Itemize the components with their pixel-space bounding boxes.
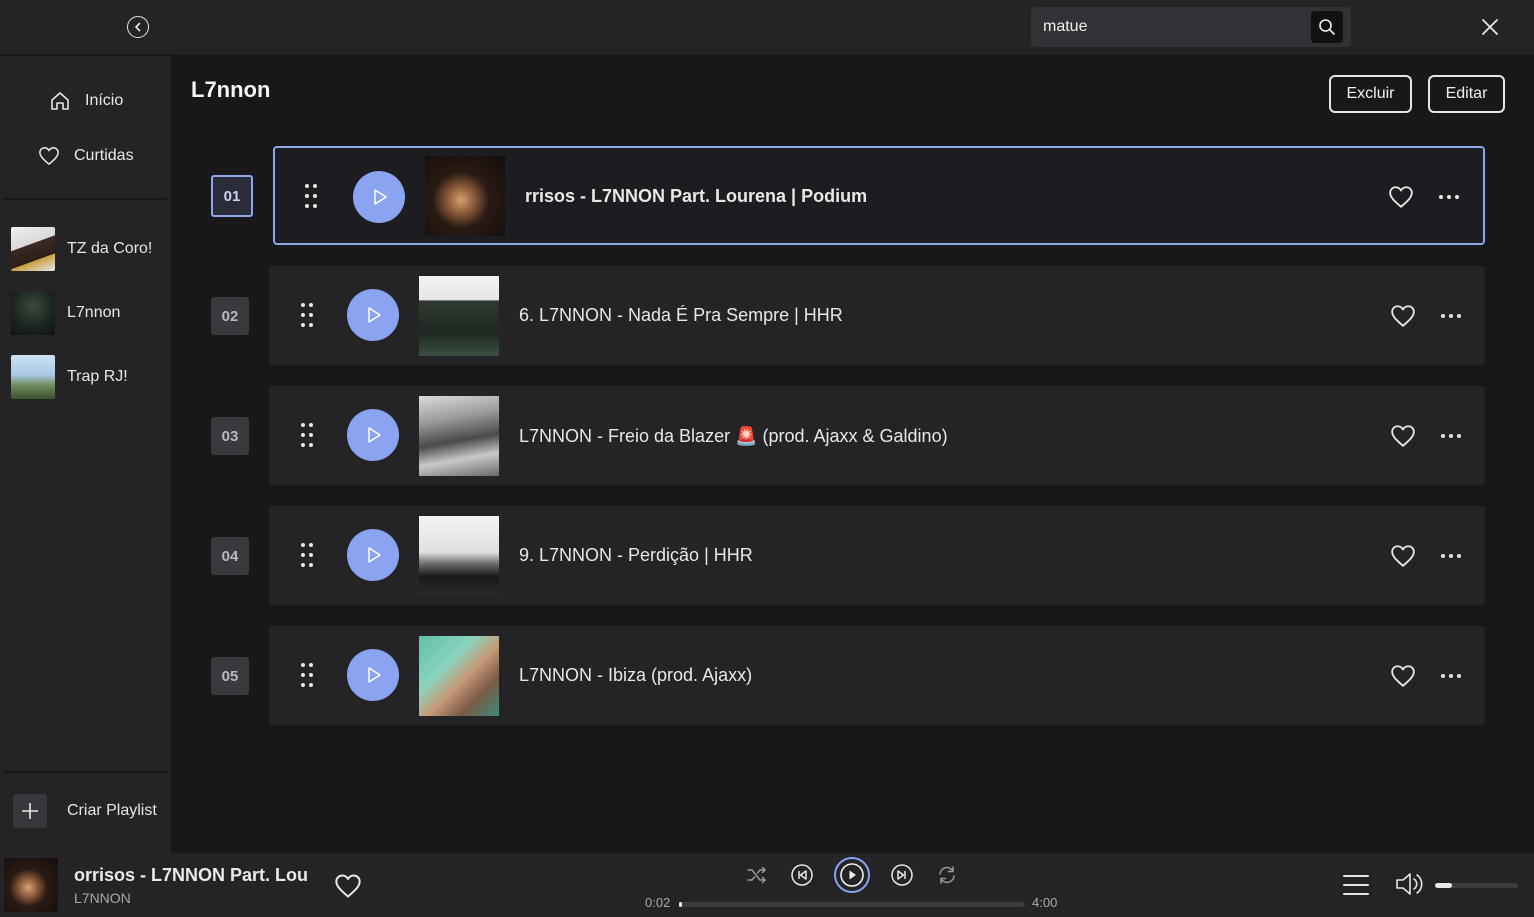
- sidebar-divider: [4, 198, 167, 200]
- track-cover: [419, 516, 499, 596]
- more-options-icon[interactable]: [1441, 433, 1463, 439]
- sidebar-playlist-tz-da-coro[interactable]: TZ da Coro!: [11, 227, 152, 271]
- play-icon: [368, 547, 381, 563]
- like-heart-icon[interactable]: [1388, 185, 1414, 209]
- more-options-icon[interactable]: [1441, 673, 1463, 679]
- shuffle-icon[interactable]: [746, 865, 768, 885]
- duration: 4:00: [1032, 895, 1058, 910]
- track-row[interactable]: 9. L7NNON - Perdição | HHR: [269, 506, 1485, 605]
- track-cover: [425, 156, 505, 236]
- play-icon: [368, 307, 381, 323]
- drag-handle-icon[interactable]: [301, 543, 319, 569]
- volume-slider[interactable]: [1435, 883, 1518, 888]
- track-title: L7NNON - Ibiza (prod. Ajaxx): [519, 665, 753, 685]
- edit-playlist-button[interactable]: Editar: [1428, 75, 1505, 113]
- track-row[interactable]: L7NNON - Ibiza (prod. Ajaxx): [269, 626, 1485, 725]
- create-playlist-button[interactable]: Criar Playlist: [13, 794, 157, 828]
- track-number: 04: [211, 537, 249, 575]
- track-number: 03: [211, 417, 249, 455]
- track-row[interactable]: 6. L7NNON - Nada É Pra Sempre | HHR: [269, 266, 1485, 365]
- track-cover: [419, 276, 499, 356]
- play-icon: [368, 667, 381, 683]
- like-heart-icon[interactable]: [1390, 664, 1416, 688]
- play-pause-button[interactable]: [833, 856, 871, 894]
- playlist-thumbnail: [11, 291, 55, 335]
- track-title: 6. L7NNON - Nada É Pra Sempre | HHR: [519, 305, 843, 325]
- drag-handle-icon[interactable]: [301, 303, 319, 329]
- create-playlist-label: Criar Playlist: [67, 802, 157, 819]
- sidebar-header: [0, 0, 171, 56]
- like-heart-icon[interactable]: [334, 873, 362, 899]
- volume-fill: [1435, 883, 1452, 888]
- playlist-thumbnail: [11, 227, 55, 271]
- play-track-button[interactable]: [347, 289, 399, 341]
- play-track-button[interactable]: [347, 409, 399, 461]
- heart-icon: [39, 147, 59, 165]
- playlist-thumbnail: [11, 355, 55, 399]
- playlist-name: Trap RJ!: [67, 368, 128, 385]
- progress-bar[interactable]: [679, 902, 1025, 907]
- play-icon: [368, 427, 381, 443]
- playlist-view: L7nnon Excluir Editar 01 rrisos - L7NNON…: [171, 55, 1534, 853]
- nav-item-inicio[interactable]: Início: [49, 90, 123, 112]
- play-track-button[interactable]: [353, 171, 405, 223]
- drag-handle-icon[interactable]: [305, 184, 323, 210]
- previous-track-icon[interactable]: [790, 863, 814, 887]
- plus-icon: [13, 794, 47, 828]
- delete-playlist-button[interactable]: Excluir: [1329, 75, 1412, 113]
- now-playing-artist: L7NNON: [74, 890, 131, 906]
- track-row[interactable]: L7NNON - Freio da Blazer 🚨 (prod. Ajaxx …: [269, 386, 1485, 485]
- search-bar: [1031, 7, 1351, 47]
- search-icon: [1319, 19, 1335, 35]
- track-title: 9. L7NNON - Perdição | HHR: [519, 545, 753, 565]
- like-heart-icon[interactable]: [1390, 424, 1416, 448]
- nav-item-label: Curtidas: [74, 147, 134, 164]
- play-track-button[interactable]: [347, 649, 399, 701]
- more-options-icon[interactable]: [1441, 313, 1463, 319]
- track-cover: [419, 636, 499, 716]
- volume-icon[interactable]: [1394, 870, 1426, 898]
- nav-item-curtidas[interactable]: Curtidas: [38, 146, 134, 166]
- current-time: 0:02: [645, 895, 671, 910]
- playlist-name: TZ da Coro!: [67, 240, 153, 257]
- player-bar: orrisos - L7NNON Part. Lou L7NNON 0:02 4…: [0, 853, 1534, 917]
- sidebar: Início Curtidas TZ da Coro! L7nnon Trap …: [0, 0, 171, 853]
- track-row[interactable]: rrisos - L7NNON Part. Lourena | Podium: [273, 146, 1485, 245]
- more-options-icon[interactable]: [1441, 553, 1463, 559]
- drag-handle-icon[interactable]: [301, 423, 319, 449]
- track-number: 02: [211, 297, 249, 335]
- track-number: 01: [211, 175, 253, 217]
- home-icon: [51, 92, 69, 110]
- queue-icon[interactable]: [1342, 873, 1370, 897]
- track-cover: [419, 396, 499, 476]
- track-title: L7NNON - Freio da Blazer 🚨 (prod. Ajaxx …: [519, 426, 948, 446]
- app-window: Início Curtidas TZ da Coro! L7nnon Trap …: [0, 0, 1534, 917]
- next-track-icon[interactable]: [890, 863, 914, 887]
- drag-handle-icon[interactable]: [301, 663, 319, 689]
- play-track-button[interactable]: [347, 529, 399, 581]
- playlist-name: L7nnon: [67, 304, 121, 321]
- nav-item-label: Início: [85, 92, 124, 109]
- search-input[interactable]: [1031, 18, 1301, 36]
- page-title: L7nnon: [191, 77, 271, 102]
- track-title: rrisos - L7NNON Part. Lourena | Podium: [525, 186, 868, 206]
- sidebar-divider: [4, 771, 167, 773]
- more-options-icon[interactable]: [1439, 194, 1461, 200]
- collapse-sidebar-button[interactable]: [127, 16, 149, 38]
- sidebar-playlist-trap-rj[interactable]: Trap RJ!: [11, 355, 128, 399]
- now-playing-cover: [4, 858, 58, 912]
- like-heart-icon[interactable]: [1390, 304, 1416, 328]
- search-button[interactable]: [1311, 11, 1343, 43]
- like-heart-icon[interactable]: [1390, 544, 1416, 568]
- close-icon[interactable]: [1479, 16, 1501, 38]
- sidebar-playlist-l7nnon[interactable]: L7nnon: [11, 291, 120, 335]
- top-bar: [171, 0, 1534, 55]
- track-number: 05: [211, 657, 249, 695]
- play-icon: [374, 189, 387, 205]
- progress-fill: [679, 902, 682, 907]
- chevron-left-icon: [135, 22, 141, 32]
- now-playing-title: orrisos - L7NNON Part. Lou: [74, 865, 309, 885]
- repeat-icon[interactable]: [936, 864, 958, 886]
